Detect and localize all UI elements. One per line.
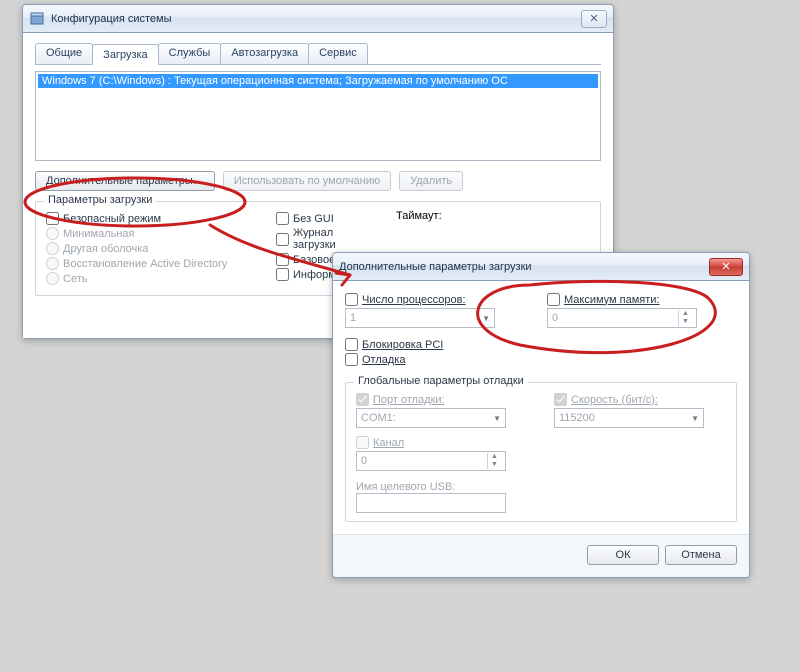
dropdown-arrow-icon: ▼	[482, 314, 490, 323]
boot-entry-selected[interactable]: Windows 7 (C:\Windows) : Текущая операци…	[38, 74, 598, 88]
debug-group: Глобальные параметры отладки Порт отладк…	[345, 382, 737, 522]
channel-checkbox: Канал	[356, 436, 726, 449]
tab-boot[interactable]: Загрузка	[92, 44, 158, 65]
adv-dialog-buttons: ОК Отмена	[333, 534, 749, 577]
debugport-checkbox: Порт отладки:	[356, 393, 528, 406]
adv-titlebar[interactable]: Дополнительные параметры загрузки ✕	[333, 253, 749, 281]
tab-strip: Общие Загрузка Службы Автозагрузка Серви…	[35, 43, 601, 65]
spinner-buttons: ▲▼	[678, 310, 692, 326]
safe-altshell-radio: Другая оболочка	[46, 242, 256, 255]
boot-list[interactable]: Windows 7 (C:\Windows) : Текущая операци…	[35, 71, 601, 161]
advanced-options-button[interactable]: Дополнительные параметры…	[35, 171, 215, 191]
maxmem-spinner: 0 ▲▼	[547, 308, 697, 328]
debug-legend: Глобальные параметры отладки	[354, 375, 528, 387]
debug-checkbox[interactable]: Отладка	[345, 353, 737, 366]
titlebar[interactable]: Конфигурация системы ✕	[23, 5, 613, 33]
dropdown-arrow-icon: ▼	[691, 414, 699, 423]
timeout-label: Таймаут:	[396, 210, 442, 222]
app-icon	[29, 11, 45, 27]
safe-network-radio: Сеть	[46, 272, 256, 285]
numproc-combo: 1 ▼	[345, 308, 495, 328]
usb-target-input	[356, 493, 506, 513]
adv-ok-button[interactable]: ОК	[587, 545, 659, 565]
boot-log-checkbox[interactable]: Журнал загрузки	[276, 227, 376, 251]
pcilock-checkbox[interactable]: Блокировка PCI	[345, 338, 737, 351]
tab-general[interactable]: Общие	[35, 43, 93, 64]
usb-target-label: Имя целевого USB:	[356, 481, 726, 493]
delete-button: Удалить	[399, 171, 463, 191]
boot-options-legend: Параметры загрузки	[44, 194, 156, 206]
spinner-buttons: ▲▼	[487, 453, 501, 469]
safe-minimal-radio: Минимальная	[46, 227, 256, 240]
dropdown-arrow-icon: ▼	[493, 414, 501, 423]
safe-dsrepair-radio: Восстановление Active Directory	[46, 257, 256, 270]
adv-title: Дополнительные параметры загрузки	[339, 261, 709, 273]
adv-close-button[interactable]: ✕	[709, 258, 743, 276]
maxmem-checkbox[interactable]: Максимум памяти:	[547, 293, 723, 306]
tab-startup[interactable]: Автозагрузка	[220, 43, 309, 64]
window-title: Конфигурация системы	[51, 13, 581, 25]
no-gui-checkbox[interactable]: Без GUI	[276, 212, 376, 225]
channel-spinner: 0 ▲▼	[356, 451, 506, 471]
baud-combo: 115200 ▼	[554, 408, 704, 428]
numproc-checkbox[interactable]: Число процессоров:	[345, 293, 521, 306]
debugport-combo: COM1: ▼	[356, 408, 506, 428]
tab-services[interactable]: Службы	[158, 43, 222, 64]
set-default-button: Использовать по умолчанию	[223, 171, 391, 191]
tab-tools[interactable]: Сервис	[308, 43, 368, 64]
baud-checkbox: Скорость (бит/с):	[554, 393, 726, 406]
advanced-boot-dialog: Дополнительные параметры загрузки ✕ Числ…	[332, 252, 750, 578]
safe-mode-checkbox[interactable]: Безопасный режим	[46, 212, 256, 225]
close-button[interactable]: ✕	[581, 10, 607, 28]
adv-cancel-button[interactable]: Отмена	[665, 545, 737, 565]
adv-client: Число процессоров: 1 ▼ Максимум памяти: …	[333, 281, 749, 534]
